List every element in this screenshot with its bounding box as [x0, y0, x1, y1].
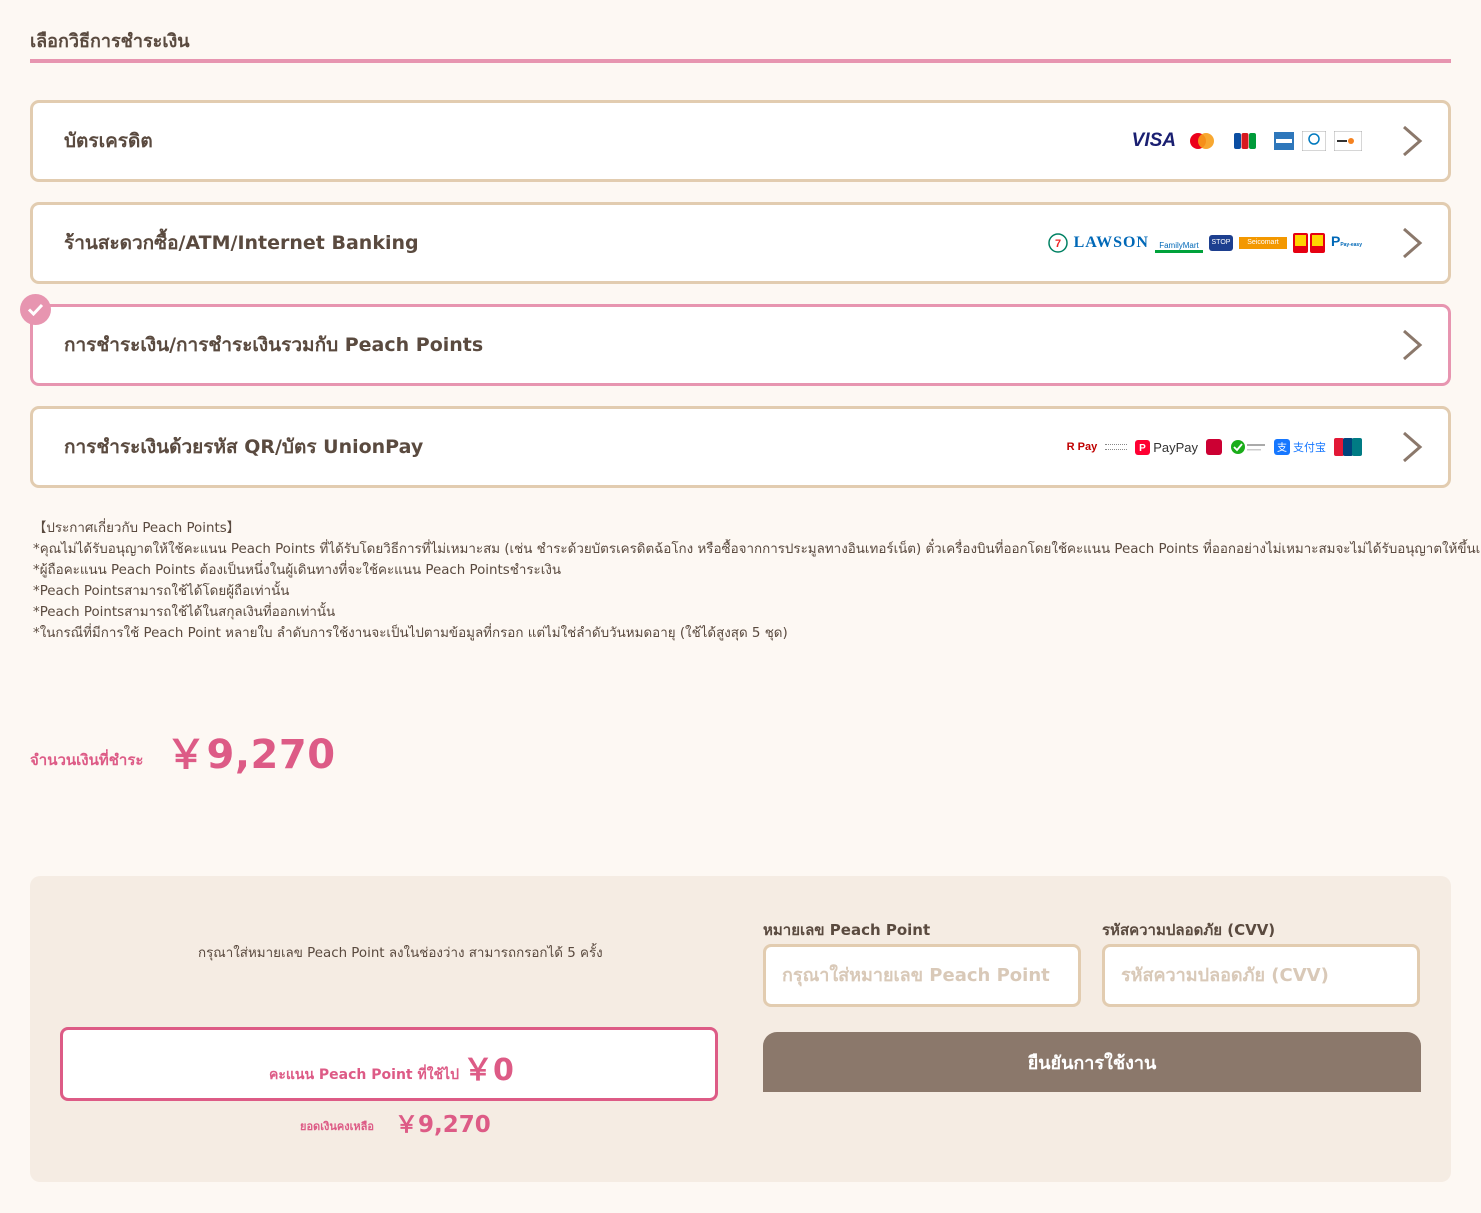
peach-point-hint: กรุณาใส่หมายเลข Peach Point ลงในช่องว่าง… — [198, 946, 603, 961]
diners-logo — [1302, 131, 1326, 151]
ministop-text: STOP — [1211, 239, 1231, 246]
rakuten-pay-subtext — [1105, 444, 1128, 450]
page-title: เลือกวิธีการชำระเงิน — [30, 31, 190, 52]
d-barai-logo — [1206, 439, 1222, 455]
paypay-text: PayPay — [1153, 439, 1198, 455]
method-label: บัตรเครดิต — [64, 130, 153, 152]
familymart-logo: FamilyMart — [1154, 233, 1203, 253]
used-points-value: ￥0 — [463, 1053, 514, 1088]
notice-line: *ผู้ถือคะแนน Peach Points ต้องเป็นหนึ่งใ… — [33, 563, 562, 578]
discover-logo — [1334, 131, 1362, 151]
amount-due-value: ￥9,270 — [166, 732, 336, 778]
unionpay-logo — [1334, 438, 1362, 456]
cvv-input[interactable] — [1102, 944, 1420, 1007]
qr-pay-logos: R Pay P PayPay 支 支付宝 — [1067, 438, 1362, 456]
wechat-pay-logo — [1231, 440, 1265, 454]
alipay-icon: 支 — [1274, 439, 1290, 455]
method-label: การชำระเงิน/การชำระเงินรวมกับ Peach Poin… — [64, 334, 484, 356]
mastercard-logo — [1190, 133, 1214, 149]
remaining-balance-value: ￥9,270 — [395, 1112, 491, 1138]
notice-line: *คุณไม่ได้รับอนุญาตให้ใช้คะแนน Peach Poi… — [33, 542, 1481, 557]
cvv-label: รหัสความปลอดภัย (CVV) — [1102, 921, 1276, 939]
payment-method-qr-unionpay[interactable]: การชำระเงินด้วยรหัส QR/บัตร UnionPay R P… — [30, 406, 1451, 488]
amount-due-label: จำนวนเงินที่ชำระ — [30, 751, 144, 769]
alipay-text: 支付宝 — [1293, 441, 1326, 454]
method-label: ร้านสะดวกซื้อ/ATM/Internet Banking — [64, 232, 419, 254]
chevron-right-icon — [1403, 329, 1423, 361]
pay-easy-text: Pay-easy — [1340, 242, 1362, 248]
peach-point-panel: กรุณาใส่หมายเลข Peach Point ลงในช่องว่าง… — [30, 876, 1451, 1182]
peach-point-number-label: หมายเลข Peach Point — [763, 921, 931, 939]
alipay-logo: 支 支付宝 — [1274, 439, 1326, 455]
store-logos: 7 LAWSON FamilyMart STOP Seicomart PPay-… — [1047, 233, 1362, 253]
payment-method-credit-card[interactable]: บัตรเครดิต VISA — [30, 100, 1451, 182]
svg-text:P: P — [1139, 443, 1146, 454]
title-divider — [30, 59, 1451, 63]
jcb-logo — [1234, 133, 1256, 149]
seicomart-logo: Seicomart — [1238, 237, 1287, 249]
daily-yamazaki-logo — [1292, 233, 1325, 253]
notice-line: *Peach Pointsสามารถใช้ได้ในสกุลเงินที่ออ… — [33, 605, 336, 620]
pay-easy-logo: PPay-easy — [1330, 233, 1362, 249]
card-brand-logos: VISA — [1132, 130, 1362, 152]
notice-heading: 【ประกาศเกี่ยวกับ Peach Points】 — [33, 521, 241, 536]
chevron-right-icon — [1403, 125, 1423, 157]
chevron-right-icon — [1403, 431, 1423, 463]
svg-text:7: 7 — [1055, 238, 1061, 250]
lawson-logo: LAWSON — [1073, 234, 1149, 251]
remaining-balance-label: ยอดเงินคงเหลือ — [300, 1120, 374, 1133]
amex-logo — [1274, 132, 1294, 150]
familymart-text: FamilyMart — [1159, 241, 1199, 250]
rakuten-pay-logo: R Pay — [1066, 441, 1098, 453]
payment-method-peach-points[interactable]: การชำระเงิน/การชำระเงินรวมกับ Peach Poin… — [30, 304, 1451, 386]
used-points-label: คะแนน Peach Point ที่ใช้ไป — [269, 1067, 459, 1083]
paypay-icon: P — [1135, 439, 1151, 455]
notice-line: *ในกรณีที่มีการใช้ Peach Point หลายใบ ลำ… — [33, 626, 788, 641]
ministop-logo: STOP — [1208, 235, 1233, 251]
seicomart-text: Seicomart — [1247, 239, 1279, 246]
paypay-logo: P PayPay — [1135, 439, 1198, 455]
payment-method-convenience-store[interactable]: ร้านสะดวกซื้อ/ATM/Internet Banking 7 LAW… — [30, 202, 1451, 284]
chevron-right-icon — [1403, 227, 1423, 259]
selected-check-icon — [20, 294, 51, 325]
method-label: การชำระเงินด้วยรหัส QR/บัตร UnionPay — [64, 436, 424, 458]
peach-points-notice: 【ประกาศเกี่ยวกับ Peach Points】 *คุณไม่ได… — [33, 518, 1481, 644]
used-points-box: คะแนน Peach Point ที่ใช้ไป ￥0 — [60, 1027, 718, 1101]
svg-text:支: 支 — [1277, 442, 1287, 454]
visa-logo: VISA — [1131, 130, 1176, 151]
seven-eleven-logo: 7 — [1047, 233, 1068, 253]
peach-point-number-input[interactable] — [763, 944, 1081, 1007]
confirm-button[interactable]: ยืนยันการใช้งาน — [763, 1032, 1421, 1092]
notice-line: *Peach Pointsสามารถใช้ได้โดยผู้ถือเท่านั… — [33, 584, 290, 599]
